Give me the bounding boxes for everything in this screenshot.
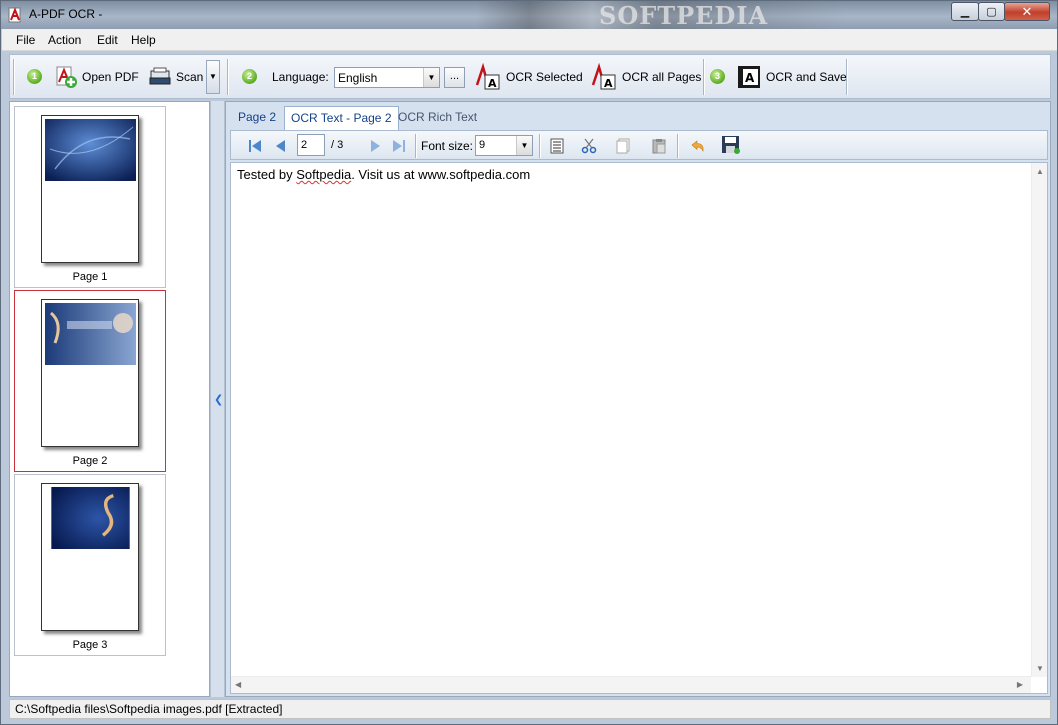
status-text: C:\Softpedia files\Softpedia images.pdf … [15, 702, 283, 716]
thumbnail-page-1[interactable]: Page 1 [14, 106, 166, 288]
ocr-selected-button[interactable]: A OCR Selected [474, 63, 583, 91]
font-size-select[interactable]: 9 ▼ [475, 135, 533, 156]
open-pdf-label: Open PDF [82, 70, 139, 84]
title-watermark: SOFTPEDIA [599, 1, 769, 29]
scroll-up-icon[interactable]: ▲ [1036, 167, 1044, 176]
ocr-text-editor[interactable]: Tested by Softpedia. Visit us at www.sof… [230, 162, 1048, 694]
thumbnail-caption: Page 2 [72, 455, 108, 467]
scroll-down-icon[interactable]: ▼ [1036, 664, 1044, 673]
menu-bar: File Action Edit Help [2, 29, 1057, 51]
cut-icon[interactable] [581, 138, 597, 154]
scan-label: Scan [176, 70, 204, 84]
scan-dropdown-button[interactable]: ▼ [206, 60, 220, 94]
app-window: A-PDF OCR - SOFTPEDIA ▁ ▢ ✕ File Action … [0, 0, 1058, 725]
thumbnail-page-3[interactable]: Page 3 [14, 474, 166, 656]
svg-text:A: A [745, 71, 755, 85]
ocr-all-pages-button[interactable]: A OCR all Pages [590, 63, 701, 91]
title-bar-texture [1, 1, 1057, 29]
font-size-value: 9 [479, 139, 486, 151]
language-more-button[interactable]: ... [444, 67, 465, 88]
ocr-all-pages-label: OCR all Pages [622, 70, 702, 84]
toolbar-separator [677, 134, 679, 158]
toolbar-separator [13, 59, 15, 95]
ocr-panel: Page 2 OCR Text - Page 2 OCR Rich Text 2… [225, 101, 1051, 697]
app-pdf-icon [8, 7, 21, 23]
ocr-selected-icon: A [475, 63, 500, 90]
last-page-icon[interactable] [391, 138, 407, 154]
page-total: / 3 [331, 139, 344, 151]
page-2-image [45, 303, 136, 365]
toolbar-separator [227, 59, 229, 95]
thumbnail-caption: Page 3 [72, 639, 108, 651]
window-title: A-PDF OCR - [29, 7, 103, 21]
maximize-button[interactable]: ▢ [978, 2, 1005, 21]
paste-icon[interactable] [651, 138, 667, 154]
menu-action[interactable]: Action [48, 33, 81, 47]
horizontal-scrollbar[interactable]: ◀ ▶ [231, 676, 1031, 693]
copy-icon[interactable] [615, 138, 631, 154]
tab-page-2[interactable]: Page 2 [232, 106, 282, 128]
menu-edit[interactable]: Edit [97, 33, 118, 47]
close-button[interactable]: ✕ [1004, 2, 1050, 21]
language-label: Language: [272, 70, 329, 84]
thumbnail-page-2[interactable]: Page 2 [14, 290, 166, 472]
thumbnail-caption: Page 1 [72, 271, 108, 283]
previous-page-icon[interactable] [273, 138, 289, 154]
page-3-image [51, 487, 130, 549]
svg-text:A: A [488, 77, 497, 90]
step-2-icon: 2 [242, 69, 257, 84]
scroll-left-icon[interactable]: ◀ [235, 680, 241, 689]
ocr-and-save-button[interactable]: A OCR and Save [736, 63, 847, 91]
toolbar-separator [539, 134, 541, 158]
title-bar[interactable]: A-PDF OCR - SOFTPEDIA ▁ ▢ ✕ [1, 1, 1057, 29]
chevron-left-icon[interactable]: ❮ [214, 393, 223, 406]
next-page-icon[interactable] [367, 138, 383, 154]
scanner-icon [149, 67, 171, 85]
undo-icon[interactable] [689, 138, 705, 154]
ocr-text-content: Tested by Softpedia. Visit us at www.sof… [237, 167, 530, 182]
page-number-input[interactable]: 2 [297, 134, 325, 156]
menu-file[interactable]: File [16, 33, 35, 47]
page-preview [41, 483, 139, 631]
main-toolbar: 1 Open PDF Scan ▼ 2 Language: English ▼ [9, 54, 1051, 99]
ocr-save-icon: A [738, 66, 760, 88]
ocr-all-pages-icon: A [591, 63, 616, 90]
ocr-and-save-label: OCR and Save [766, 70, 847, 84]
open-pdf-button[interactable]: Open PDF [54, 63, 139, 91]
select-all-icon[interactable] [549, 138, 565, 154]
toolbar-separator [703, 59, 705, 95]
language-value: English [338, 71, 378, 85]
open-pdf-icon [56, 66, 77, 88]
ocr-selected-label: OCR Selected [506, 70, 583, 84]
step-1-icon: 1 [27, 69, 42, 84]
first-page-icon[interactable] [247, 138, 263, 154]
save-icon[interactable] [721, 135, 741, 155]
thumbnail-panel: Page 1 Page 2 Page 3 [9, 101, 210, 697]
toolbar-separator [415, 134, 417, 158]
font-size-label: Font size: [421, 139, 474, 153]
panel-splitter[interactable]: ❮ [210, 101, 225, 697]
svg-text:A: A [604, 77, 613, 90]
tab-ocr-rich-text[interactable]: OCR Rich Text [392, 106, 483, 128]
minimize-button[interactable]: ▁ [951, 2, 979, 21]
page-preview [41, 115, 139, 263]
page-1-image [45, 119, 136, 181]
misspelled-word: Softpedia [296, 167, 352, 182]
ocr-text-part: Tested by [237, 167, 297, 182]
page-preview [41, 299, 139, 447]
step-3-icon: 3 [710, 69, 725, 84]
scan-button[interactable]: Scan [148, 63, 203, 91]
chevron-down-icon: ▼ [516, 136, 532, 155]
scroll-right-icon[interactable]: ▶ [1017, 680, 1023, 689]
ocr-text-part: . Visit us at www.softpedia.com [351, 167, 531, 182]
text-toolbar: 2 / 3 Font size: 9 ▼ [230, 130, 1048, 160]
chevron-down-icon: ▼ [423, 68, 439, 87]
toolbar-separator [846, 59, 848, 95]
chevron-down-icon: ▼ [209, 72, 217, 81]
tab-ocr-text[interactable]: OCR Text - Page 2 [284, 106, 399, 130]
status-bar: C:\Softpedia files\Softpedia images.pdf … [9, 699, 1051, 719]
menu-help[interactable]: Help [131, 33, 156, 47]
language-select[interactable]: English ▼ [334, 67, 440, 88]
vertical-scrollbar[interactable]: ▲ ▼ [1031, 163, 1047, 677]
